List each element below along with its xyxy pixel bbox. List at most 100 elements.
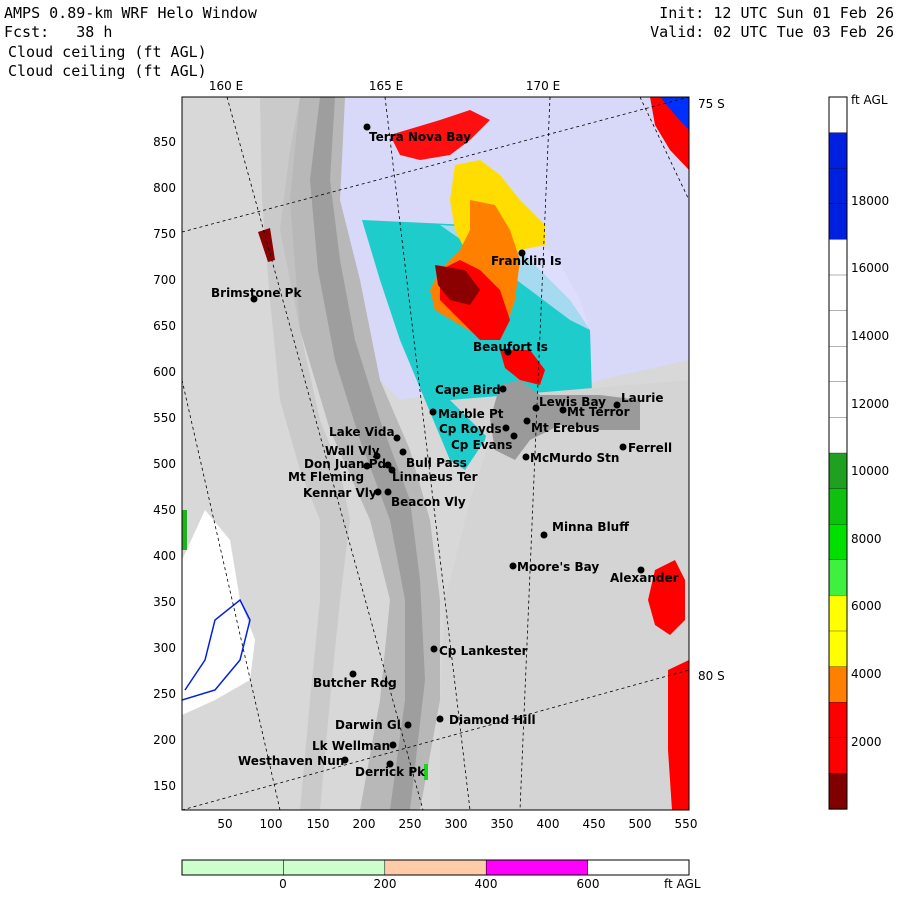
x-tick-label: 500 — [629, 817, 652, 831]
place-label: Derrick Pk — [355, 765, 426, 779]
map-figure: 160 E 165 E 170 E 75 S 80 S 50 100 150 2… — [153, 79, 889, 891]
x-tick-label: 550 — [675, 817, 698, 831]
x-tick-label: 300 — [445, 817, 468, 831]
place-marker — [429, 408, 437, 416]
colorbar-right-cell — [828, 417, 848, 454]
lat-label: 75 S — [698, 97, 725, 111]
colorbar-right-label: 6000 — [851, 599, 882, 613]
colorbar-right-unit: ft AGL — [851, 93, 888, 107]
y-tick-label: 800 — [153, 181, 176, 195]
place-label: Beaufort Is — [473, 340, 548, 354]
colorbar-right-cell — [828, 203, 848, 241]
y-tick-label: 850 — [153, 135, 176, 149]
y-axis: 850 800 750 700 650 600 550 500 450 400 … — [153, 135, 176, 793]
y-tick-label: 700 — [153, 273, 176, 287]
colorbar-right-cell — [828, 773, 848, 810]
place-marker — [509, 562, 517, 570]
lon-label: 160 E — [209, 79, 243, 93]
y-tick-label: 300 — [153, 641, 176, 655]
place-label: Wall Vly — [325, 444, 380, 458]
colorbar-right-cell — [828, 702, 848, 739]
place-label: Ferrell — [628, 441, 672, 455]
x-tick-label: 100 — [260, 817, 283, 831]
place-marker — [523, 417, 531, 425]
colorbar-right-label: 8000 — [851, 532, 882, 546]
place-label: Butcher Rdg — [313, 676, 397, 690]
place-label: Moore's Bay — [517, 560, 599, 574]
colorbar-right-label: 10000 — [851, 464, 889, 478]
colorbar-bottom-cell — [283, 859, 386, 876]
colorbar-right-cells — [828, 96, 848, 810]
colorbar-right-label: 16000 — [851, 261, 889, 275]
place-label: Alexander — [610, 571, 679, 585]
colorbar-bottom-cell — [181, 859, 284, 876]
place-label: Franklin Is — [491, 254, 562, 268]
y-tick-label: 200 — [153, 733, 176, 747]
colorbar-right-label: 4000 — [851, 667, 882, 681]
colorbar-bottom-labels: 0 200 400 600 — [279, 877, 599, 891]
place-label: Terra Nova Bay — [369, 130, 471, 144]
place-label: Cape Bird — [435, 383, 501, 397]
colorbar-bottom-cell — [587, 859, 690, 876]
place-label: Mt Terror — [567, 405, 630, 419]
colorbar-bottom-label: 600 — [577, 877, 600, 891]
place-label: Laurie — [621, 391, 663, 405]
colorbar-right-labels: 18000 16000 14000 12000 10000 8000 6000 … — [851, 194, 889, 749]
x-tick-label: 200 — [353, 817, 376, 831]
colorbar-bottom-label: 200 — [374, 877, 397, 891]
colorbar-bottom-cell — [485, 859, 588, 876]
place-marker — [389, 741, 397, 749]
place-label: Mt Erebus — [531, 421, 599, 435]
place-label: Beacon Vly — [391, 495, 466, 509]
place-label: Darwin Gl — [335, 718, 401, 732]
colorbar-right-cell — [828, 239, 848, 276]
colorbar-right-cell — [828, 310, 848, 347]
colorbar-bottom-cell — [384, 859, 487, 876]
lat-label: 80 S — [698, 669, 725, 683]
place-marker — [399, 448, 407, 456]
colorbar-right-label: 18000 — [851, 194, 889, 208]
y-tick-label: 750 — [153, 227, 176, 241]
y-tick-label: 400 — [153, 549, 176, 563]
colorbar-right-cell — [828, 381, 848, 419]
colorbar-bottom-unit: ft AGL — [664, 877, 701, 891]
colorbar-right-cell — [828, 559, 848, 597]
low-ceiling-red-patch-6 — [668, 660, 689, 810]
place-marker — [430, 645, 438, 653]
lon-label: 170 E — [526, 79, 560, 93]
place-label: McMurdo Stn — [530, 451, 619, 465]
colorbar-right-cell — [828, 630, 848, 668]
colorbar-right-cell — [828, 274, 848, 312]
y-tick-label: 550 — [153, 411, 176, 425]
colorbar-right: ft AGL 18000 16000 14000 12000 10000 800… — [828, 93, 889, 810]
place-label: Diamond Hill — [449, 713, 536, 727]
place-label: Minna Bluff — [552, 520, 629, 534]
place-label: Cp Evans — [451, 438, 512, 452]
colorbar-right-cell — [828, 524, 848, 561]
colorbar-right-cell — [828, 666, 848, 703]
colorbar-right-label: 2000 — [851, 735, 882, 749]
x-tick-label: 250 — [399, 817, 422, 831]
x-tick-label: 450 — [583, 817, 606, 831]
place-marker — [436, 715, 444, 723]
place-marker — [522, 453, 530, 461]
y-tick-label: 350 — [153, 595, 176, 609]
place-label: Westhaven Nun — [238, 754, 344, 768]
place-label: Marble Pt — [438, 407, 504, 421]
colorbar-bottom: 0 200 400 600 ft AGL — [181, 859, 701, 891]
colorbar-bottom-cells — [181, 859, 690, 876]
x-tick-label: 400 — [537, 817, 560, 831]
y-tick-label: 500 — [153, 457, 176, 471]
colorbar-right-cell — [828, 452, 848, 490]
colorbar-bottom-label: 400 — [475, 877, 498, 891]
place-label: Lk Wellman — [312, 739, 390, 753]
x-tick-label: 50 — [217, 817, 232, 831]
place-label: Linnaeus Ter — [392, 470, 478, 484]
lon-label: 165 E — [369, 79, 403, 93]
colorbar-right-cell — [828, 595, 848, 632]
y-tick-label: 250 — [153, 687, 176, 701]
place-label: Kennar Vly — [303, 486, 377, 500]
y-tick-label: 450 — [153, 503, 176, 517]
place-marker — [404, 721, 412, 729]
colorbar-right-cell — [828, 132, 848, 169]
